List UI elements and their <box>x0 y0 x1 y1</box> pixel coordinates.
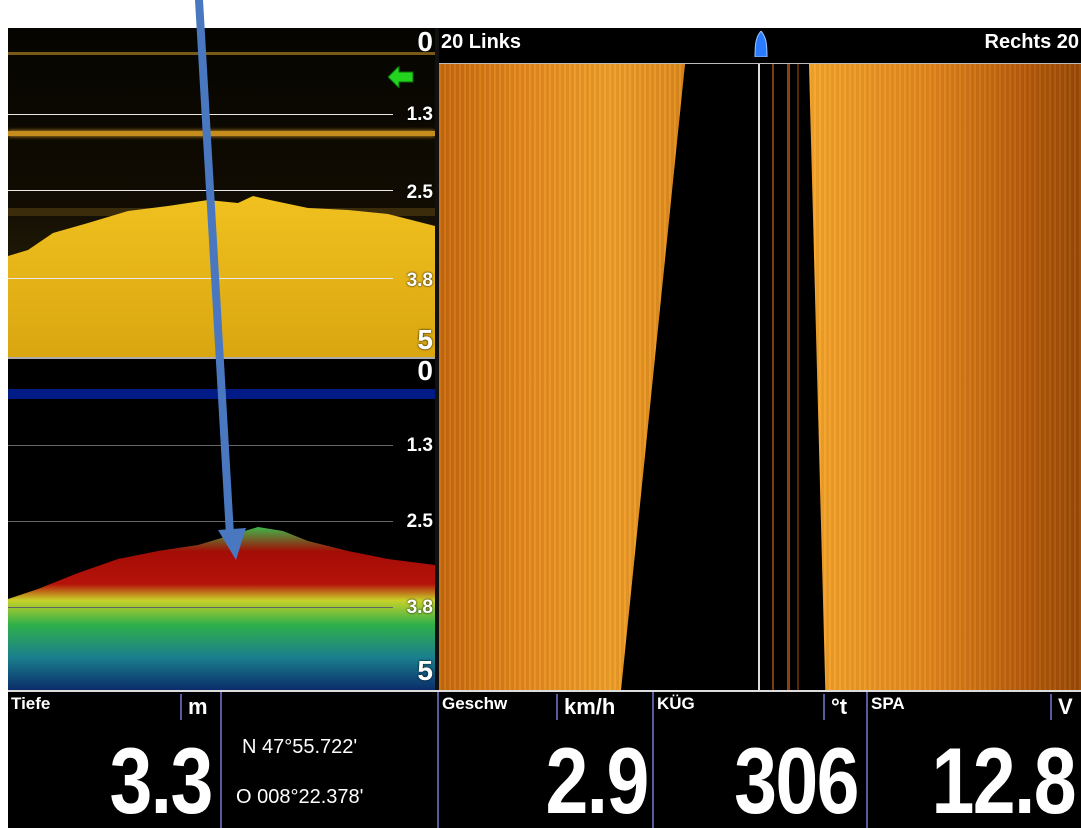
center-line <box>758 64 760 690</box>
speed-unit: km/h <box>556 694 615 720</box>
down-imaging-bottom <box>8 196 435 357</box>
depth-readout[interactable]: Tiefe m 3.3 <box>8 692 220 828</box>
heading-value: 306 <box>734 728 859 828</box>
speed-readout[interactable]: Geschw km/h 2.9 <box>439 692 652 828</box>
gps-readout[interactable]: N 47°55.722' O 008°22.378' <box>222 692 437 828</box>
fishfinder-screen: 0 1.3 2.5 3.8 5 0 1.3 2.5 3.8 5 20 Links… <box>8 28 1081 828</box>
water-column-line <box>772 64 774 690</box>
depth-label: 2.5 <box>406 182 433 203</box>
depth-value: 3.3 <box>109 728 214 828</box>
side-imaging-view[interactable] <box>439 64 1081 690</box>
heading-readout[interactable]: KÜG °t 306 <box>654 692 866 828</box>
side-imaging-left-channel <box>439 64 685 690</box>
depth-gridline <box>8 190 393 191</box>
depth-label: 1.3 <box>406 104 433 125</box>
heading-unit: °t <box>823 694 847 720</box>
voltage-value: 12.8 <box>931 728 1077 828</box>
depth-gridline <box>8 607 393 608</box>
voltage-readout[interactable]: SPA V 12.8 <box>868 692 1081 828</box>
depth-gridline <box>8 445 393 446</box>
gps-latitude: N 47°55.722' <box>242 736 358 758</box>
cursor-arrow-icon <box>388 66 414 88</box>
depth-gridline <box>8 114 393 115</box>
water-column-line <box>787 64 790 690</box>
depth-label: 5 <box>417 324 433 355</box>
speed-label: Geschw <box>442 694 508 713</box>
gps-longitude: O 008°22.378' <box>236 786 364 808</box>
speed-value: 2.9 <box>545 728 650 828</box>
sonar-bottom <box>8 527 435 690</box>
boat-icon <box>754 31 768 57</box>
side-imaging-left-range: 20 Links <box>441 31 522 53</box>
sonar-2d-view[interactable]: 0 1.3 2.5 3.8 5 <box>8 359 435 690</box>
voltage-label: SPA <box>871 694 905 713</box>
depth-label: 5 <box>417 655 433 686</box>
water-column-line <box>797 64 799 690</box>
depth-label: 0 <box>417 359 433 386</box>
depth-label: 0 <box>417 28 433 57</box>
voltage-unit: V <box>1050 694 1073 720</box>
side-imaging-header: 20 Links Rechts 20 <box>439 28 1081 65</box>
depth-label: 3.8 <box>406 270 433 291</box>
depth-label: 1.3 <box>406 435 433 456</box>
side-imaging-right-range: Rechts 20 <box>984 31 1080 53</box>
depth-gridline <box>8 278 393 279</box>
down-imaging-view[interactable]: 0 1.3 2.5 3.8 5 <box>8 28 435 357</box>
depth-label: Tiefe <box>11 694 51 713</box>
heading-label: KÜG <box>657 694 695 713</box>
depth-gridline <box>8 521 393 522</box>
data-bar: Tiefe m 3.3 N 47°55.722' O 008°22.378' G… <box>8 690 1081 828</box>
side-imaging-right-channel <box>809 64 1081 690</box>
depth-unit: m <box>180 694 208 720</box>
depth-label: 2.5 <box>406 511 433 532</box>
depth-label: 3.8 <box>406 597 433 618</box>
